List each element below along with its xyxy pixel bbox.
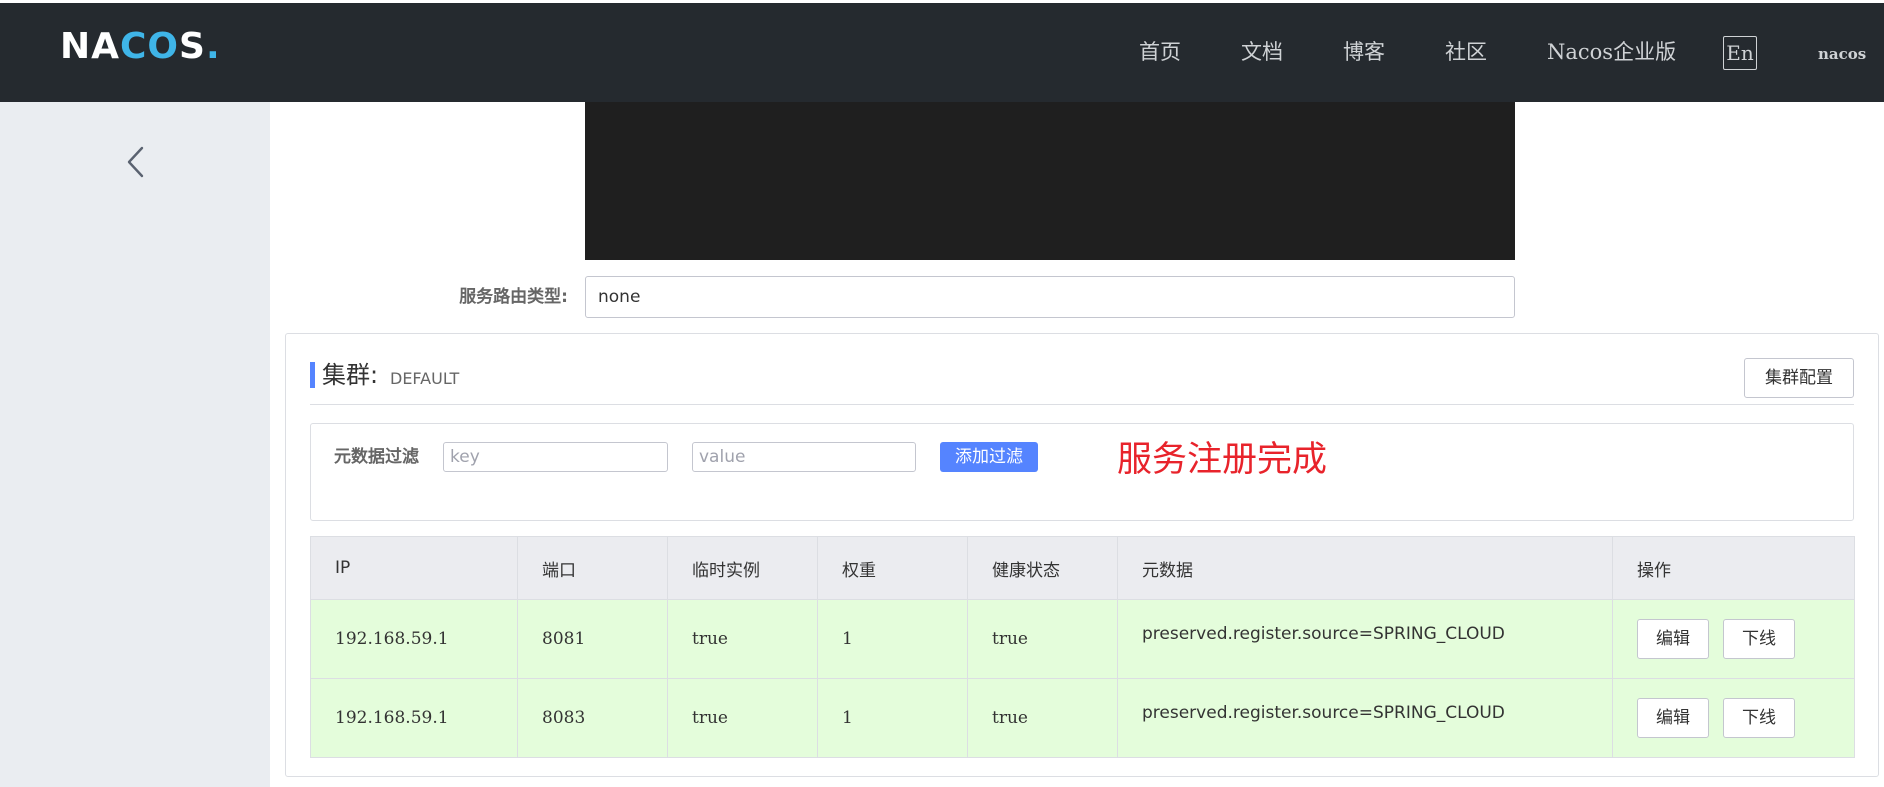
cell-ip: 192.168.59.1 <box>310 678 518 758</box>
filter-value-placeholder: value <box>699 447 746 467</box>
cell-port: 8081 <box>517 599 668 679</box>
cluster-title-accent <box>310 362 315 388</box>
route-type-label: 服务路由类型: <box>459 287 568 307</box>
offline-button[interactable]: 下线 <box>1723 619 1795 659</box>
nav-enterprise[interactable]: Nacos企业版 <box>1547 3 1676 102</box>
column-header-weight: 权重 <box>817 536 968 600</box>
language-switch-button[interactable]: En <box>1723 36 1757 70</box>
filter-key-input[interactable]: key <box>443 442 668 472</box>
nav-home[interactable]: 首页 <box>1139 3 1181 102</box>
column-header-ephemeral: 临时实例 <box>667 536 818 600</box>
table-row: 192.168.59.1 8083 true 1 true preserved.… <box>310 678 1855 758</box>
username[interactable]: nacos <box>1818 3 1866 102</box>
offline-button[interactable]: 下线 <box>1723 698 1795 738</box>
filter-key-placeholder: key <box>450 447 480 467</box>
cell-ephemeral: true <box>667 599 818 679</box>
sidebar-collapse-button[interactable] <box>120 142 150 182</box>
cell-actions: 编辑 下线 <box>1612 599 1855 679</box>
edit-button[interactable]: 编辑 <box>1637 698 1709 738</box>
cell-actions: 编辑 下线 <box>1612 678 1855 758</box>
registration-annotation: 服务注册完成 <box>1117 440 1328 480</box>
chevron-left-icon <box>127 146 144 178</box>
route-type-field: none <box>585 276 1515 318</box>
column-header-ip: IP <box>310 536 518 600</box>
instance-table: IP 端口 临时实例 权重 健康状态 元数据 操作 192.168.59.1 8… <box>310 536 1855 758</box>
column-header-healthy: 健康状态 <box>967 536 1118 600</box>
cell-port: 8083 <box>517 678 668 758</box>
cell-healthy: true <box>967 599 1118 679</box>
column-header-actions: 操作 <box>1612 536 1855 600</box>
cluster-config-button[interactable]: 集群配置 <box>1744 358 1854 398</box>
table-row: 192.168.59.1 8081 true 1 true preserved.… <box>310 599 1855 679</box>
nacos-logo[interactable]: NACOS. <box>60 27 221 67</box>
filter-value-input[interactable]: value <box>692 442 916 472</box>
cell-weight: 1 <box>817 678 968 758</box>
cell-ephemeral: true <box>667 678 818 758</box>
cluster-title: 集群: <box>322 361 379 389</box>
edit-button[interactable]: 编辑 <box>1637 619 1709 659</box>
sidebar <box>0 102 270 787</box>
cluster-name: DEFAULT <box>390 369 460 388</box>
column-header-port: 端口 <box>517 536 668 600</box>
cell-ip: 192.168.59.1 <box>310 599 518 679</box>
nav-blog[interactable]: 博客 <box>1343 3 1385 102</box>
top-header: NACOS. 首页 文档 博客 社区 Nacos企业版 En nacos <box>0 3 1884 102</box>
nav-community[interactable]: 社区 <box>1445 3 1487 102</box>
nav-docs[interactable]: 文档 <box>1241 3 1283 102</box>
table-header-row: IP 端口 临时实例 权重 健康状态 元数据 操作 <box>310 536 1855 600</box>
divider <box>310 404 1854 405</box>
cell-metadata: preserved.register.source=SPRING_CLOUD <box>1117 678 1613 758</box>
add-filter-button[interactable]: 添加过滤 <box>940 442 1038 472</box>
cell-metadata: preserved.register.source=SPRING_CLOUD <box>1117 599 1613 679</box>
metadata-filter-label: 元数据过滤 <box>334 447 419 467</box>
column-header-metadata: 元数据 <box>1117 536 1613 600</box>
service-detail-panel <box>585 102 1515 260</box>
metadata-filter-panel <box>310 423 1854 521</box>
cell-weight: 1 <box>817 599 968 679</box>
cell-healthy: true <box>967 678 1118 758</box>
